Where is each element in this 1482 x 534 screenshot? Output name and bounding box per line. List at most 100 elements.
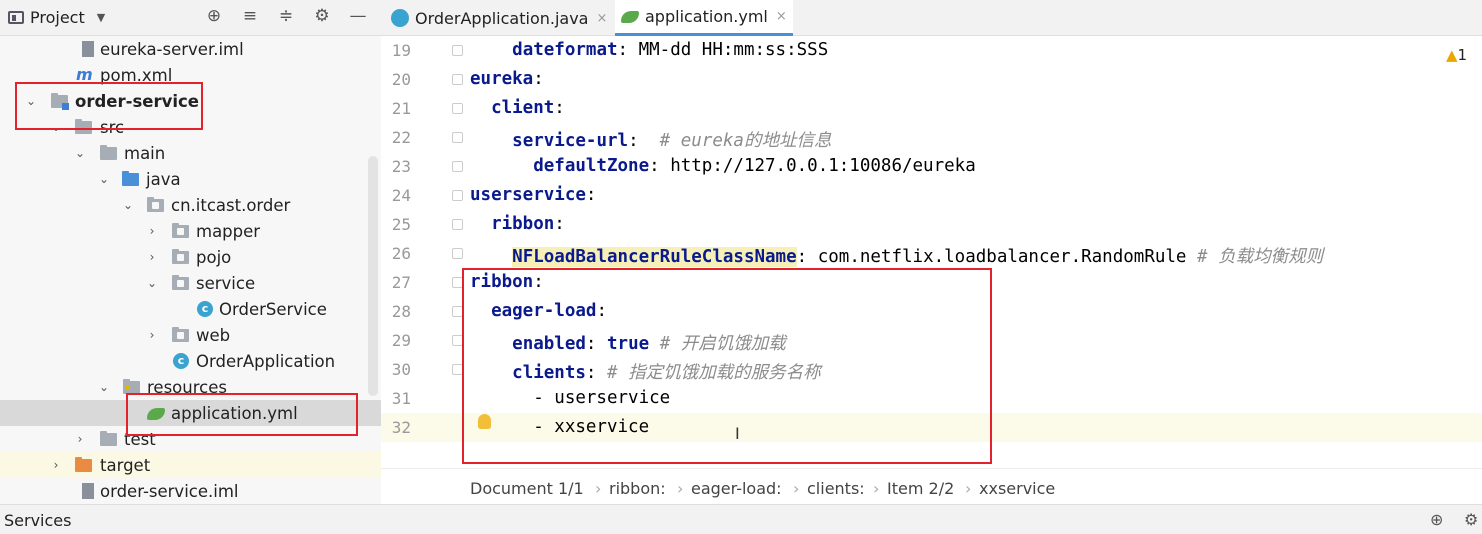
tree-item-orderapplication[interactable]: c OrderApplication xyxy=(0,348,381,374)
fold-marker-icon[interactable] xyxy=(452,190,463,201)
tree-item-orderservice[interactable]: c OrderService xyxy=(0,296,381,322)
tree-item-web[interactable]: › web xyxy=(0,322,381,348)
fold-marker-icon[interactable] xyxy=(452,277,463,288)
fold-marker-icon[interactable] xyxy=(452,74,463,85)
fold-marker-icon[interactable] xyxy=(452,248,463,259)
chevron-right-icon[interactable]: › xyxy=(146,328,158,342)
line-number[interactable]: 25 xyxy=(381,215,411,234)
line-number[interactable]: 32 xyxy=(381,418,411,437)
tree-item-label: order-service.iml xyxy=(100,481,239,501)
code-line[interactable] xyxy=(381,65,1482,94)
line-number[interactable]: 22 xyxy=(381,128,411,147)
sidebar-scrollbar[interactable] xyxy=(368,156,378,396)
yaml-key: ribbon xyxy=(470,272,534,292)
line-number[interactable]: 20 xyxy=(381,70,411,89)
breadcrumb-item[interactable]: ribbon: xyxy=(609,479,666,498)
line-number[interactable]: 31 xyxy=(381,389,411,408)
warning-indicator[interactable]: ▲1 xyxy=(1446,46,1467,64)
tree-item-order-service-iml[interactable]: order-service.iml xyxy=(0,478,381,504)
breadcrumb-item[interactable]: clients: xyxy=(807,479,865,498)
chevron-down-icon[interactable]: ⌄ xyxy=(122,198,134,212)
yaml-key: eager-load xyxy=(491,301,597,321)
tab-orderapplication-java[interactable]: OrderApplication.java × xyxy=(391,0,615,36)
chevron-down-icon[interactable]: ⌄ xyxy=(146,276,158,290)
tree-item-cn-itcast-order[interactable]: ⌄ cn.itcast.order xyxy=(0,192,381,218)
tree-item-target[interactable]: › target xyxy=(0,452,381,478)
breadcrumb-item[interactable]: xxservice xyxy=(979,479,1055,498)
tree-item-test[interactable]: › test xyxy=(0,426,381,452)
yaml-value: : xyxy=(533,272,544,292)
tree-item-order-service[interactable]: ⌄ order-service xyxy=(0,88,381,114)
lightbulb-icon[interactable] xyxy=(478,414,491,429)
fold-marker-icon[interactable] xyxy=(452,306,463,317)
breadcrumb-separator: › xyxy=(677,479,684,498)
chevron-down-icon[interactable]: ⌄ xyxy=(25,94,37,108)
fold-marker-icon[interactable] xyxy=(452,364,463,375)
breadcrumb-item[interactable]: Document 1/1 xyxy=(470,479,584,498)
fold-marker-icon[interactable] xyxy=(452,161,463,172)
chevron-right-icon[interactable]: › xyxy=(146,250,158,264)
package-icon xyxy=(172,327,189,342)
tree-item-main[interactable]: ⌄ main xyxy=(0,140,381,166)
fold-marker-icon[interactable] xyxy=(452,45,463,56)
tree-item-resources[interactable]: ⌄ resources xyxy=(0,374,381,400)
tab-application-yml[interactable]: application.yml × xyxy=(615,0,793,36)
close-icon[interactable]: × xyxy=(596,11,607,26)
yaml-value: : xyxy=(533,69,544,89)
project-header-icons: ⊕ ≡ ≑ ⚙ — xyxy=(200,6,372,26)
chevron-right-icon[interactable]: › xyxy=(50,458,62,472)
chevron-right-icon[interactable]: › xyxy=(74,432,86,446)
fold-marker-icon[interactable] xyxy=(452,219,463,230)
chevron-down-icon[interactable]: ⌄ xyxy=(98,380,110,394)
tree-item-label: resources xyxy=(147,377,227,397)
breadcrumb-separator: › xyxy=(595,479,602,498)
line-number[interactable]: 26 xyxy=(381,244,411,263)
tree-item-label: web xyxy=(196,325,231,345)
line-number[interactable]: 19 xyxy=(381,41,411,60)
tree-item-application-yml[interactable]: application.yml xyxy=(0,400,381,426)
fold-marker-icon[interactable] xyxy=(452,335,463,346)
line-number[interactable]: 29 xyxy=(381,331,411,350)
iml-file-icon xyxy=(82,483,94,499)
close-icon[interactable]: × xyxy=(776,9,787,24)
fold-marker-icon[interactable] xyxy=(452,103,463,114)
fold-marker-icon[interactable] xyxy=(452,132,463,143)
chevron-right-icon[interactable]: › xyxy=(146,224,158,238)
breadcrumb-item[interactable]: eager-load: xyxy=(691,479,782,498)
java-class-icon xyxy=(391,9,409,27)
tree-item-pom-xml[interactable]: m pom.xml xyxy=(0,62,381,88)
minimize-icon[interactable]: — xyxy=(344,6,372,26)
line-number[interactable]: 27 xyxy=(381,273,411,292)
tree-item-src[interactable]: ⌄ src xyxy=(0,114,381,140)
target-icon[interactable]: ⊕ xyxy=(200,6,228,26)
breadcrumb-separator: › xyxy=(965,479,972,498)
collapse-all-icon[interactable]: ≑ xyxy=(272,6,300,26)
code-line[interactable] xyxy=(381,268,1482,297)
chevron-down-icon[interactable]: ⌄ xyxy=(98,172,110,186)
line-number[interactable]: 23 xyxy=(381,157,411,176)
breadcrumb-item[interactable]: Item 2/2 xyxy=(887,479,954,498)
tree-item-label: OrderService xyxy=(219,299,327,319)
chevron-down-icon[interactable]: ▼ xyxy=(97,11,105,24)
services-label[interactable]: Services xyxy=(4,511,71,530)
expand-all-icon[interactable]: ≡ xyxy=(236,6,264,26)
project-view-selector[interactable]: Project ▼ xyxy=(8,8,105,27)
tree-item-eureka-server-iml[interactable]: eureka-server.iml xyxy=(0,36,381,62)
tree-item-java[interactable]: ⌄ java xyxy=(0,166,381,192)
tree-item-mapper[interactable]: › mapper xyxy=(0,218,381,244)
line-number[interactable]: 21 xyxy=(381,99,411,118)
line-number[interactable]: 28 xyxy=(381,302,411,321)
chevron-down-icon[interactable]: ⌄ xyxy=(74,146,86,160)
line-number[interactable]: 30 xyxy=(381,360,411,379)
globe-icon[interactable]: ⊕ xyxy=(1430,510,1443,529)
settings-icon[interactable]: ⚙ xyxy=(1464,510,1478,529)
gear-icon[interactable]: ⚙ xyxy=(308,6,336,26)
tree-item-pojo[interactable]: › pojo xyxy=(0,244,381,270)
yaml-key: userservice xyxy=(470,185,586,205)
tree-item-service[interactable]: ⌄ service xyxy=(0,270,381,296)
chevron-down-icon[interactable]: ⌄ xyxy=(50,120,62,134)
line-number[interactable]: 24 xyxy=(381,186,411,205)
